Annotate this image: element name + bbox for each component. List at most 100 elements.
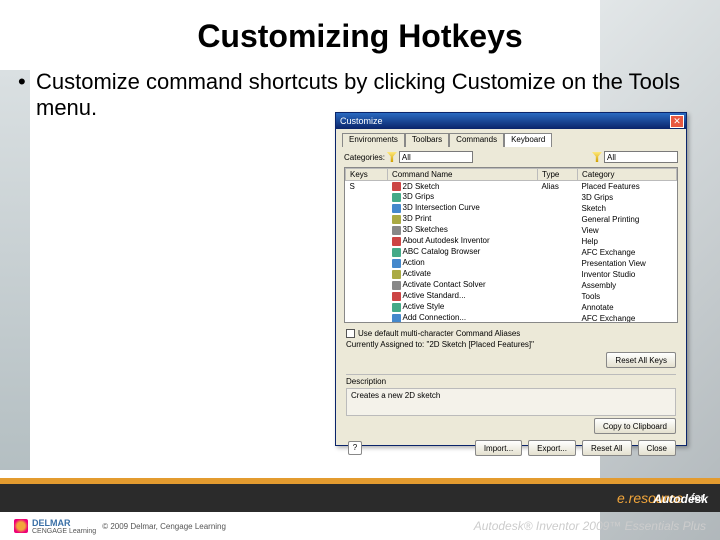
table-row[interactable]: Activate Inventor Studio	[346, 269, 677, 280]
filter-icon[interactable]	[592, 152, 602, 162]
cell-key[interactable]	[346, 225, 388, 236]
cell-type	[538, 269, 578, 280]
table-row[interactable]: Activate Contact SolverAssembly	[346, 280, 677, 291]
cell-command[interactable]: 3D Intersection Curve	[388, 203, 538, 214]
table-row[interactable]: ABC Catalog BrowserAFC Exchange	[346, 247, 677, 258]
col-type[interactable]: Type	[538, 169, 578, 181]
cell-command[interactable]: Activate Contact Solver	[388, 280, 538, 291]
filter-icon[interactable]	[387, 152, 397, 162]
cell-key[interactable]	[346, 269, 388, 280]
import-button[interactable]: Import...	[475, 440, 522, 456]
cell-command[interactable]: 3D Grips	[388, 192, 538, 203]
tab-commands[interactable]: Commands	[449, 133, 504, 147]
command-icon	[392, 259, 401, 268]
cell-command[interactable]: 2D Sketch	[388, 181, 538, 192]
copy-clipboard-button[interactable]: Copy to Clipboard	[594, 418, 676, 434]
slide-title: Customizing Hotkeys	[0, 0, 720, 63]
reset-all-button[interactable]: Reset All	[582, 440, 632, 456]
cell-key[interactable]	[346, 247, 388, 258]
product-title: Autodesk® Inventor 2009™ Essentials Plus	[474, 519, 706, 533]
cell-key[interactable]	[346, 302, 388, 313]
cell-key[interactable]	[346, 203, 388, 214]
cell-type	[538, 291, 578, 302]
table-row[interactable]: 3D Intersection CurveSketch	[346, 203, 677, 214]
command-icon	[392, 193, 401, 202]
command-icon	[392, 204, 401, 213]
cell-category: Inventor Studio	[578, 269, 677, 280]
command-icon	[392, 270, 401, 279]
table-row[interactable]: 3D Sketches View	[346, 225, 677, 236]
export-button[interactable]: Export...	[528, 440, 576, 456]
cell-command[interactable]: Activate	[388, 269, 538, 280]
cell-category: Tools	[578, 291, 677, 302]
delmar-logo-icon	[14, 519, 28, 533]
shortcut-grid[interactable]: Keys Command Name Type Category S2D Sket…	[344, 167, 678, 323]
close-button[interactable]: Close	[638, 440, 676, 456]
cell-key[interactable]	[346, 214, 388, 225]
filter-right-dropdown[interactable]: All	[604, 151, 678, 163]
cell-category: 3D Grips	[578, 192, 677, 203]
table-row[interactable]: About Autodesk InventorHelp	[346, 236, 677, 247]
currently-assigned-label: Currently Assigned to: "2D Sketch [Place…	[346, 340, 676, 350]
categories-label: Categories:	[344, 153, 385, 162]
cell-key[interactable]	[346, 291, 388, 302]
cell-type	[538, 236, 578, 247]
cell-command[interactable]: Action	[388, 258, 538, 269]
col-keys[interactable]: Keys	[346, 169, 388, 181]
cell-command[interactable]: ABC Catalog Browser	[388, 247, 538, 258]
cell-key[interactable]	[346, 236, 388, 247]
command-icon	[392, 303, 401, 312]
table-row[interactable]: S2D SketchAliasPlaced Features	[346, 181, 677, 192]
slide-footer: Autodesk e.resource for DELMAR CENGAGE L…	[0, 478, 720, 540]
cell-key[interactable]	[346, 258, 388, 269]
cell-category: Presentation View	[578, 258, 677, 269]
table-row[interactable]: 3D Print General Printing	[346, 214, 677, 225]
cell-category: View	[578, 225, 677, 236]
cell-key[interactable]	[346, 280, 388, 291]
col-category[interactable]: Category	[578, 169, 677, 181]
close-icon[interactable]: ✕	[670, 115, 684, 128]
table-row[interactable]: Action Presentation View	[346, 258, 677, 269]
command-icon	[392, 182, 401, 191]
dialog-title: Customize	[340, 116, 383, 126]
tab-toolbars[interactable]: Toolbars	[405, 133, 449, 147]
default-aliases-checkbox[interactable]	[346, 329, 355, 338]
tab-environments[interactable]: Environments	[342, 133, 405, 147]
table-row[interactable]: Add Connection...AFC Exchange	[346, 313, 677, 324]
default-aliases-label: Use default multi-character Command Alia…	[358, 329, 520, 338]
help-icon[interactable]: ?	[348, 441, 362, 455]
command-icon	[392, 248, 401, 257]
copyright-text: © 2009 Delmar, Cengage Learning	[102, 522, 226, 531]
cell-command[interactable]: Add Connection...	[388, 313, 538, 324]
table-row[interactable]: Active StyleAnnotate	[346, 302, 677, 313]
command-icon	[392, 215, 401, 224]
description-text: Creates a new 2D sketch	[346, 388, 676, 416]
col-command[interactable]: Command Name	[388, 169, 538, 181]
cell-command[interactable]: Active Style	[388, 302, 538, 313]
command-icon	[392, 281, 401, 290]
command-icon	[392, 226, 401, 235]
cell-type	[538, 258, 578, 269]
dialog-titlebar: Customize ✕	[336, 113, 686, 129]
cell-command[interactable]: About Autodesk Inventor	[388, 236, 538, 247]
cell-type	[538, 192, 578, 203]
cengage-text: CENGAGE Learning	[32, 528, 96, 535]
cell-command[interactable]: 3D Sketches	[388, 225, 538, 236]
cell-category: General Printing	[578, 214, 677, 225]
cell-key[interactable]	[346, 192, 388, 203]
cell-type	[538, 214, 578, 225]
description-label: Description	[346, 377, 676, 386]
cell-command[interactable]: Active Standard...	[388, 291, 538, 302]
cell-command[interactable]: 3D Print	[388, 214, 538, 225]
categories-dropdown[interactable]: All	[399, 151, 473, 163]
cell-key[interactable]: S	[346, 181, 388, 192]
tab-row: Environments Toolbars Commands Keyboard	[342, 133, 680, 147]
command-icon	[392, 237, 401, 246]
cell-key[interactable]	[346, 313, 388, 324]
table-row[interactable]: 3D Grips 3D Grips	[346, 192, 677, 203]
tab-keyboard[interactable]: Keyboard	[504, 133, 552, 147]
reset-all-keys-button[interactable]: Reset All Keys	[606, 352, 676, 368]
cell-type	[538, 247, 578, 258]
table-row[interactable]: Active Standard... Tools	[346, 291, 677, 302]
command-icon	[392, 292, 401, 301]
